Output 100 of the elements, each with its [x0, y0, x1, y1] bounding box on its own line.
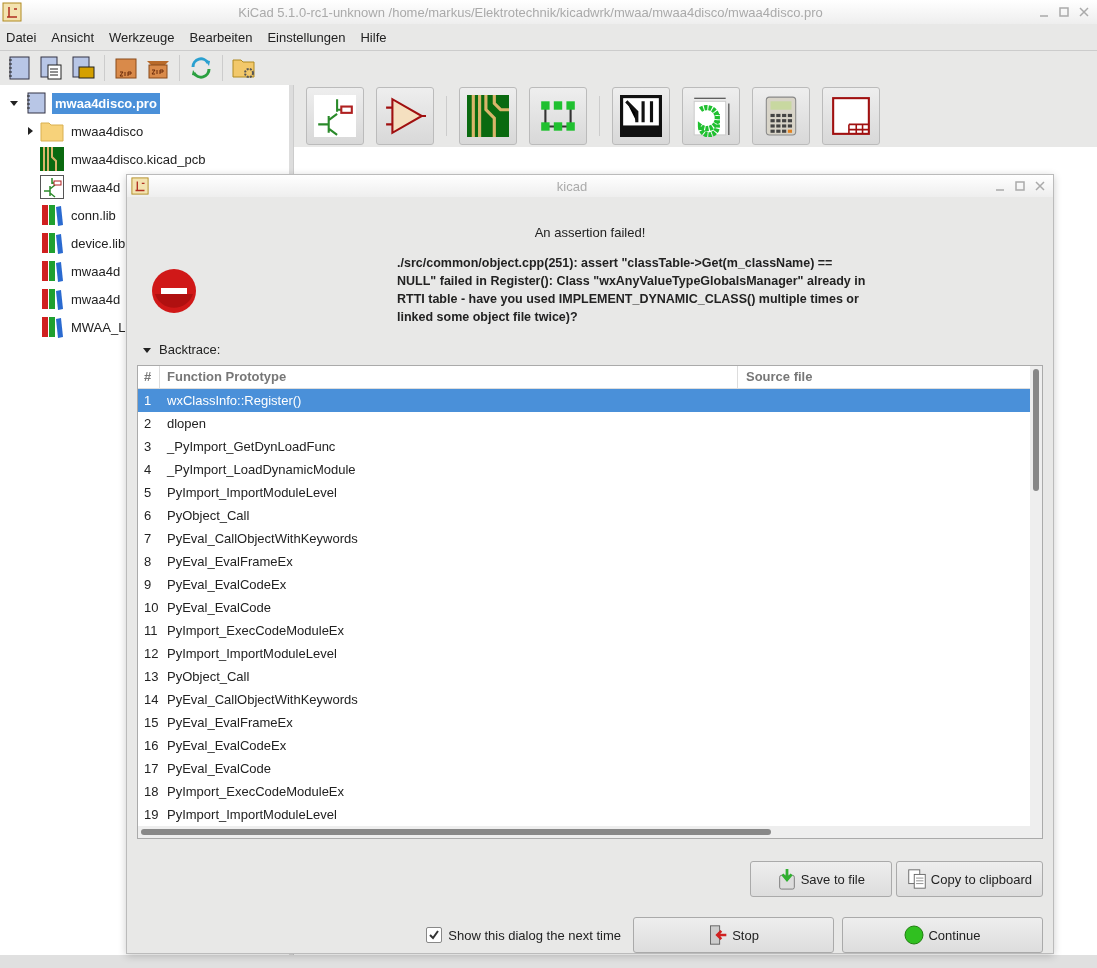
gerber-editor-button[interactable] [612, 87, 670, 145]
function-name: PyImport_ImportModuleLevel [166, 646, 338, 661]
copy-to-clipboard-button[interactable]: Copy to clipboard [895, 861, 1043, 897]
stop-button[interactable]: Stop [633, 917, 834, 953]
row-number: 2 [143, 416, 153, 431]
function-name: PyEval_EvalCodeEx [166, 738, 288, 753]
circle-icon [904, 924, 925, 946]
save-to-file-button[interactable]: Save to file [749, 861, 892, 897]
download-disk-icon [776, 868, 797, 890]
books-icon [40, 259, 64, 283]
menu-item[interactable]: Einstellungen [267, 29, 346, 45]
scrollbar-thumb[interactable] [1033, 369, 1039, 491]
row-number: 11 [143, 623, 159, 638]
backtrace-row[interactable]: 8 PyEval_EvalFrameEx [138, 550, 1030, 573]
backtrace-row[interactable]: 16 PyEval_EvalCodeEx [138, 734, 1030, 757]
tree-item[interactable]: mwaa4disco.kicad_pcb [68, 148, 209, 170]
backtrace-row[interactable]: 2 dlopen [138, 412, 1030, 435]
schematic-editor-button[interactable] [306, 87, 364, 145]
column-header[interactable]: # [138, 366, 160, 388]
backtrace-label: Backtrace: [159, 342, 221, 357]
row-number: 1 [143, 393, 153, 408]
books-icon [40, 287, 64, 311]
tree-item[interactable]: mwaa4d [68, 176, 124, 198]
row-number: 18 [143, 784, 160, 799]
continue-button[interactable]: Continue [842, 917, 1043, 953]
column-header[interactable]: Source file [738, 366, 1030, 388]
close-button[interactable] [1035, 181, 1045, 191]
function-name: _PyImport_GetDynLoadFunc [165, 439, 337, 454]
row-number: 7 [143, 531, 153, 546]
backtrace-row[interactable]: 7 PyEval_CallObjectWithKeywords [138, 527, 1030, 550]
backtrace-row[interactable]: 9 PyEval_EvalCodeEx [138, 573, 1030, 596]
backtrace-row[interactable]: 15 PyEval_EvalFrameEx [138, 711, 1030, 734]
sheet-icon [830, 95, 872, 137]
function-name: _PyImport_LoadDynamicModule [165, 462, 357, 477]
row-number: 13 [143, 669, 160, 684]
backtrace-row[interactable]: 17 PyEval_EvalCode [138, 757, 1030, 780]
backtrace-row[interactable]: 13 PyObject_Call [138, 665, 1030, 688]
dialog-heading: An assertion failed! [533, 225, 647, 240]
tree-item[interactable]: mwaa4d [68, 288, 124, 310]
column-header[interactable]: Function Prototype [160, 366, 738, 388]
backtrace-row[interactable]: 4 _PyImport_LoadDynamicModule [138, 458, 1030, 481]
transistor-schematic-icon [40, 175, 64, 199]
scrollbar-thumb[interactable] [141, 829, 771, 835]
sheet-editor-button[interactable] [822, 87, 880, 145]
row-number: 8 [143, 554, 153, 569]
row-number: 10 [143, 600, 160, 615]
copy-icon [906, 868, 927, 890]
notebook-icon[interactable] [6, 55, 32, 81]
row-number: 5 [143, 485, 153, 500]
window-title: KiCad 5.1.0-rc1-unknown /home/markus/Elektrotechnik/kicadwrk/mwaa/mwaa4disco/mwaa4disco.pro [237, 4, 824, 20]
assertion-message: ./src/common/object.cpp(251): assert "classTable->Get(m_className) == NULL" failed in Register(): Class "wxAnyValueTypeGlobalsManager" already in RTTI table - have you used IMPLEMENT_DYNAMIC_CLASS() multiple times or linked some object file twice)? [397, 255, 867, 326]
backtrace-row[interactable]: 18 PyImport_ExecCodeModuleEx [138, 780, 1030, 803]
backtrace-row[interactable]: 11 PyImport_ExecCodeModuleEx [138, 619, 1030, 642]
error-icon [151, 268, 197, 316]
row-number: 19 [143, 807, 160, 822]
function-name: PyImport_ExecCodeModuleEx [166, 623, 346, 638]
tree-item[interactable]: device.lib [68, 232, 129, 254]
function-name: PyImport_ImportModuleLevel [166, 485, 338, 500]
function-name: PyEval_EvalCode [166, 761, 273, 776]
backtrace-row[interactable]: 5 PyImport_ImportModuleLevel [138, 481, 1030, 504]
footprint-editor-button[interactable] [529, 87, 587, 145]
function-name: wxClassInfo::Register() [166, 393, 303, 408]
dialog-title: kicad [555, 178, 589, 194]
notebook-document-icon[interactable] [38, 55, 64, 81]
backtrace-row[interactable]: 12 PyImport_ImportModuleLevel [138, 642, 1030, 665]
backtrace-row[interactable]: 14 PyEval_CallObjectWithKeywords [138, 688, 1030, 711]
backtrace-row[interactable]: 10 PyEval_EvalCode [138, 596, 1030, 619]
tree-item[interactable]: MWAA_L [68, 316, 129, 338]
function-name: PyEval_EvalFrameEx [166, 715, 294, 730]
calculator-editor-button[interactable] [752, 87, 810, 145]
notebook-folder-icon[interactable] [70, 55, 96, 81]
menu-item[interactable]: Werkzeuge [109, 29, 175, 45]
function-name: PyObject_Call [166, 669, 251, 684]
row-number: 16 [143, 738, 160, 753]
row-number: 17 [143, 761, 160, 776]
pcb-editor-button[interactable] [459, 87, 517, 145]
zip-box-icon[interactable] [113, 55, 139, 81]
symbol-editor-button[interactable] [376, 87, 434, 145]
tree-item[interactable]: mwaa4d [68, 260, 124, 282]
notebook-icon [24, 91, 48, 115]
tree-item[interactable]: mwaa4disco [68, 120, 147, 142]
backtrace-row[interactable]: 19 PyImport_ImportModuleLevel [138, 803, 1030, 826]
tree-item[interactable]: conn.lib [68, 204, 119, 226]
menu-item[interactable]: Ansicht [51, 29, 94, 45]
checkbox[interactable] [426, 927, 443, 943]
function-name: PyEval_EvalCodeEx [166, 577, 288, 592]
menu-item[interactable]: Bearbeiten [189, 29, 253, 45]
backtrace-row[interactable]: 3 _PyImport_GetDynLoadFunc [138, 435, 1030, 458]
function-name: PyEval_EvalCode [166, 600, 273, 615]
row-number: 6 [143, 508, 153, 523]
books-icon [40, 315, 64, 339]
row-number: 3 [143, 439, 153, 454]
pcb-icon [467, 95, 509, 137]
backtrace-row[interactable]: 6 PyObject_Call [138, 504, 1030, 527]
books-icon [40, 203, 64, 227]
menu-item[interactable]: Hilfe [360, 29, 387, 45]
menu-item[interactable]: Datei [6, 29, 37, 45]
close-button[interactable] [1079, 7, 1089, 17]
app-logo-icon [2, 2, 22, 22]
bitmap-editor-button[interactable] [682, 87, 740, 145]
